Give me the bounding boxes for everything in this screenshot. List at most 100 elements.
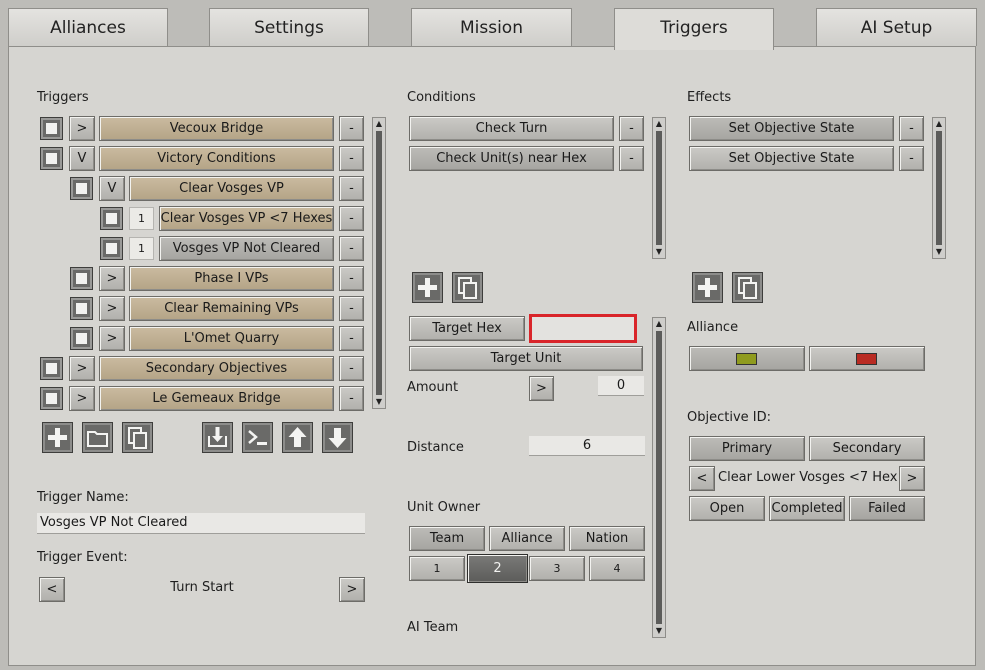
trigger-remove-button[interactable]: - — [339, 266, 364, 291]
trigger-item[interactable]: Clear Remaining VPs — [129, 296, 334, 321]
trigger-item[interactable]: Clear Vosges VP <7 Hexes — [159, 206, 334, 231]
trigger-checkbox[interactable] — [40, 357, 63, 380]
copy-trigger-button[interactable] — [122, 422, 153, 453]
add-folder-button[interactable] — [82, 422, 113, 453]
trigger-remove-button[interactable]: - — [339, 146, 364, 171]
alliance-1-button[interactable] — [689, 346, 805, 371]
trigger-item-selected[interactable]: Vosges VP Not Cleared — [159, 236, 334, 261]
trigger-expand-button[interactable]: > — [69, 116, 95, 141]
trigger-checkbox[interactable] — [40, 387, 63, 410]
trigger-item[interactable]: L'Omet Quarry — [129, 326, 334, 351]
tab-ai-setup[interactable]: AI Setup — [816, 8, 977, 46]
scroll-up-icon[interactable]: ▲ — [934, 119, 944, 129]
alliance-2-button[interactable] — [809, 346, 925, 371]
effect-item-selected[interactable]: Set Objective State — [689, 116, 894, 141]
trigger-remove-button[interactable]: - — [339, 356, 364, 381]
amount-input[interactable]: 0 — [598, 376, 644, 396]
trigger-item[interactable]: Phase I VPs — [129, 266, 334, 291]
trigger-expand-button[interactable]: > — [99, 326, 125, 351]
objective-next-button[interactable]: > — [899, 466, 925, 491]
move-up-button[interactable] — [282, 422, 313, 453]
objective-primary-button[interactable]: Primary — [689, 436, 805, 461]
trigger-checkbox[interactable] — [40, 147, 63, 170]
trigger-remove-button[interactable]: - — [339, 326, 364, 351]
team-3-button[interactable]: 3 — [529, 556, 585, 581]
trigger-item[interactable]: Secondary Objectives — [99, 356, 334, 381]
trigger-event-next-button[interactable]: > — [339, 577, 365, 602]
condition-remove-button[interactable]: - — [619, 146, 644, 171]
trigger-remove-button[interactable]: - — [339, 116, 364, 141]
script-trigger-button[interactable] — [242, 422, 273, 453]
owner-team-button[interactable]: Team — [409, 526, 485, 551]
move-down-button[interactable] — [322, 422, 353, 453]
effect-remove-button[interactable]: - — [899, 116, 924, 141]
scroll-thumb[interactable] — [656, 331, 662, 624]
triggers-scrollbar[interactable]: ▲ ▼ — [372, 117, 386, 409]
target-hex-field[interactable] — [529, 314, 637, 343]
owner-nation-button[interactable]: Nation — [569, 526, 645, 551]
tab-mission[interactable]: Mission — [411, 8, 572, 46]
trigger-checkbox[interactable] — [70, 327, 93, 350]
trigger-item[interactable]: Clear Vosges VP — [129, 176, 334, 201]
trigger-checkbox[interactable] — [40, 117, 63, 140]
trigger-expand-button[interactable]: V — [69, 146, 95, 171]
trigger-checkbox[interactable] — [70, 177, 93, 200]
trigger-item[interactable]: Victory Conditions — [99, 146, 334, 171]
trigger-checkbox[interactable] — [70, 267, 93, 290]
add-condition-button[interactable] — [412, 272, 443, 303]
add-trigger-button[interactable] — [42, 422, 73, 453]
trigger-event-prev-button[interactable]: < — [39, 577, 65, 602]
scroll-down-icon[interactable]: ▼ — [374, 397, 384, 407]
scroll-thumb[interactable] — [936, 131, 942, 245]
scroll-down-icon[interactable]: ▼ — [654, 247, 664, 257]
trigger-item[interactable]: Le Gemeaux Bridge — [99, 386, 334, 411]
scroll-up-icon[interactable]: ▲ — [654, 119, 664, 129]
add-effect-button[interactable] — [692, 272, 723, 303]
copy-condition-button[interactable] — [452, 272, 483, 303]
objective-prev-button[interactable]: < — [689, 466, 715, 491]
trigger-expand-button[interactable]: > — [99, 296, 125, 321]
state-failed-button-selected[interactable]: Failed — [849, 496, 925, 521]
trigger-expand-button[interactable]: > — [69, 356, 95, 381]
import-trigger-button[interactable] — [202, 422, 233, 453]
team-1-button[interactable]: 1 — [409, 556, 465, 581]
trigger-checkbox[interactable] — [70, 297, 93, 320]
scroll-down-icon[interactable]: ▼ — [654, 626, 664, 636]
scroll-thumb[interactable] — [656, 131, 662, 245]
tab-triggers[interactable]: Triggers — [614, 8, 774, 50]
trigger-checkbox[interactable] — [100, 207, 123, 230]
target-hex-button[interactable]: Target Hex — [409, 316, 525, 341]
team-4-button[interactable]: 4 — [589, 556, 645, 581]
trigger-item[interactable]: Vecoux Bridge — [99, 116, 334, 141]
target-unit-button[interactable]: Target Unit — [409, 346, 643, 371]
trigger-remove-button[interactable]: - — [339, 176, 364, 201]
trigger-name-input[interactable]: Vosges VP Not Cleared — [37, 513, 365, 534]
trigger-remove-button[interactable]: - — [339, 296, 364, 321]
tab-settings[interactable]: Settings — [209, 8, 369, 46]
scroll-down-icon[interactable]: ▼ — [934, 247, 944, 257]
effect-item[interactable]: Set Objective State — [689, 146, 894, 171]
objective-secondary-button[interactable]: Secondary — [809, 436, 925, 461]
trigger-checkbox[interactable] — [100, 237, 123, 260]
effects-scrollbar[interactable]: ▲ ▼ — [932, 117, 946, 259]
condition-item[interactable]: Check Turn — [409, 116, 614, 141]
trigger-remove-button[interactable]: - — [339, 236, 364, 261]
trigger-expand-button[interactable]: V — [99, 176, 125, 201]
copy-effect-button[interactable] — [732, 272, 763, 303]
scroll-thumb[interactable] — [376, 131, 382, 395]
amount-toggle-button[interactable]: > — [529, 376, 554, 401]
condition-item-selected[interactable]: Check Unit(s) near Hex — [409, 146, 614, 171]
trigger-expand-button[interactable]: > — [99, 266, 125, 291]
trigger-remove-button[interactable]: - — [339, 206, 364, 231]
condition-remove-button[interactable]: - — [619, 116, 644, 141]
condition-details-scrollbar[interactable]: ▲ ▼ — [652, 317, 666, 638]
owner-alliance-button[interactable]: Alliance — [489, 526, 565, 551]
team-2-button-selected[interactable]: 2 — [467, 554, 528, 583]
tab-alliances[interactable]: Alliances — [8, 8, 168, 46]
conditions-scrollbar[interactable]: ▲ ▼ — [652, 117, 666, 259]
state-open-button[interactable]: Open — [689, 496, 765, 521]
distance-input[interactable]: 6 — [529, 436, 645, 456]
scroll-up-icon[interactable]: ▲ — [374, 119, 384, 129]
scroll-up-icon[interactable]: ▲ — [654, 319, 664, 329]
effect-remove-button[interactable]: - — [899, 146, 924, 171]
